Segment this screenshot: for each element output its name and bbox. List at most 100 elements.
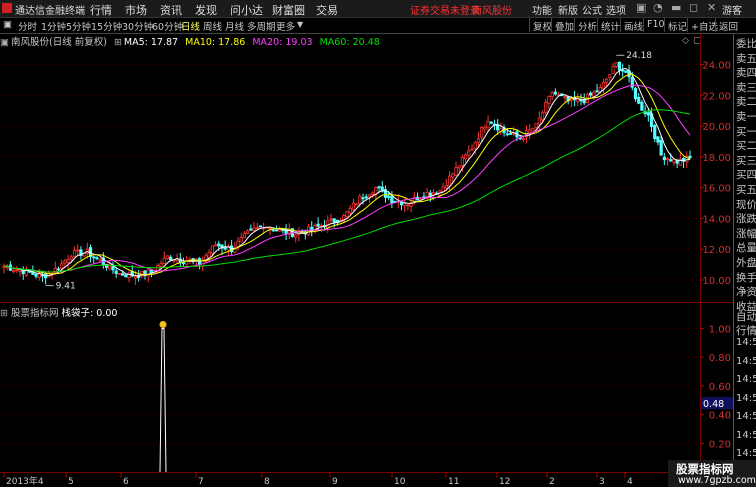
menu-shichang[interactable]: 市场 — [125, 2, 147, 18]
tick-time: 14:50 — [736, 374, 756, 385]
quote-label: 卖四 — [736, 67, 756, 80]
candle-body — [133, 276, 138, 279]
menu-wenxiaoda[interactable]: 问小达 — [230, 2, 263, 18]
candle-body — [268, 227, 272, 230]
x-tick-label: 9 — [332, 477, 338, 487]
menu-faxian[interactable]: 发现 — [195, 2, 217, 18]
candle-body — [444, 185, 448, 189]
x-tick-label: 12 — [499, 477, 510, 487]
candle-body — [537, 117, 541, 125]
candle-body — [207, 251, 211, 259]
candle-body — [403, 203, 407, 207]
y-tick-label: 16.00 — [702, 184, 731, 195]
quote-label: 涨跌 — [736, 213, 756, 226]
candle-body — [98, 259, 102, 262]
candle-body — [165, 255, 170, 260]
candle-body — [669, 159, 673, 162]
candle-body — [149, 269, 154, 273]
tab-rixian[interactable]: 日线 — [181, 19, 200, 33]
realtime-tab[interactable]: 自动 — [736, 309, 756, 324]
quote-label: 卖三 — [736, 81, 756, 94]
candle-body — [640, 101, 644, 111]
candle-body — [521, 138, 525, 140]
candle-body — [611, 66, 615, 74]
tab-5min[interactable]: 5分钟 — [66, 19, 91, 33]
menu-hangqing[interactable]: 行情 — [90, 2, 112, 18]
tab-yuexian[interactable]: 月线 — [225, 19, 244, 33]
candle-body — [213, 244, 218, 247]
candle-body — [210, 245, 214, 254]
quote-label: 买三 — [736, 154, 756, 167]
menu-gongneng[interactable]: 功能 — [532, 2, 552, 17]
candle-body — [162, 257, 166, 265]
quote-label: 买一 — [736, 125, 756, 138]
tab-zhouxian[interactable]: 周线 — [203, 19, 222, 33]
tab-1min[interactable]: 1分钟 — [41, 19, 66, 33]
btn-fanhui[interactable]: 返回 — [715, 18, 741, 33]
quote-panel: 委比 卖五 卖四 卖三 卖二 卖一 买一 买二 买三 买四 买五 现价 涨跌 涨幅 总量 外盘 换手 净资 收益 自动… — [733, 34, 756, 487]
menu-xuanxiang[interactable]: 选项 — [606, 2, 626, 17]
minimize-icon[interactable]: ▬ — [671, 1, 681, 14]
menu-xinban[interactable]: 新版 — [558, 2, 578, 17]
ind-y-tick-label: 0.20 — [709, 439, 731, 450]
ind-y-tick-label: 0.40 — [709, 411, 731, 422]
tick-time: 14:50 — [736, 355, 756, 367]
candle-body — [351, 202, 356, 211]
quote-label: 卖二 — [736, 96, 756, 109]
candle-body — [92, 256, 96, 259]
candle-body — [72, 250, 77, 258]
maximize-icon[interactable]: ◻ — [689, 1, 698, 14]
tab-duozhouqi[interactable]: 多周期 — [247, 19, 276, 33]
menu-caifuquan[interactable]: 财富圈 — [272, 2, 305, 18]
login-alert[interactable]: 证券交易未登录 — [410, 2, 480, 17]
watermark: 股票指标网 www.7gpzb.com — [668, 460, 756, 487]
candle-body — [63, 260, 67, 264]
candle-body — [637, 96, 641, 104]
kline-chart[interactable]: 24.00 22.00 20.00 18.00 16.00 14.00 12.00 10.00… — [0, 34, 733, 487]
candle-body — [540, 112, 545, 120]
quote-label: 涨幅 — [736, 227, 756, 240]
tab-60min[interactable]: 60分钟 — [152, 19, 183, 33]
tab-30min[interactable]: 30分钟 — [122, 19, 153, 33]
tab-15min[interactable]: 15分钟 — [91, 19, 122, 33]
y-tick-label: 22.00 — [702, 91, 731, 102]
candle-body — [675, 160, 679, 164]
menu-zixun[interactable]: 资讯 — [160, 2, 182, 18]
candle-body — [345, 211, 349, 218]
ind-y-tick-label: 0.80 — [709, 353, 731, 364]
candle-body — [159, 263, 163, 267]
guest-label[interactable]: 游客 — [722, 2, 742, 17]
ind-y-tick-label: 0.60 — [709, 382, 731, 393]
candle-body — [34, 273, 38, 277]
tab-more[interactable]: 更多 — [276, 19, 295, 33]
candle-body — [371, 192, 375, 196]
app-logo-icon — [2, 3, 12, 13]
low-label: 9.41 — [56, 282, 76, 292]
menu-jiaoyi[interactable]: 交易 — [316, 2, 338, 18]
x-tick-label: 11 — [448, 477, 459, 487]
candle-body — [624, 70, 628, 73]
candle-body — [486, 120, 490, 129]
candle-body — [467, 150, 471, 156]
quote-label: 净资 — [736, 286, 756, 299]
candle-body — [633, 87, 638, 100]
ma10-line — [3, 73, 691, 276]
skin-icon[interactable]: ▣ — [636, 1, 646, 14]
realtime-tab[interactable]: 行情 — [736, 323, 756, 338]
candle-body — [653, 125, 657, 139]
candle-body — [124, 274, 128, 278]
tab-fenshi[interactable]: 分时 — [18, 19, 37, 33]
candle-body — [665, 158, 670, 160]
candle-body — [310, 227, 314, 230]
candle-body — [121, 273, 125, 276]
candle-body — [236, 240, 240, 247]
close-icon[interactable]: ✕ — [707, 1, 716, 14]
more-arrow-icon[interactable]: ▼ — [297, 20, 303, 29]
menu-gongshi[interactable]: 公式 — [582, 2, 602, 17]
chat-icon[interactable]: ◔ — [653, 1, 663, 14]
candle-body — [656, 136, 660, 143]
candle-body — [15, 269, 19, 272]
y-tick-label: 24.00 — [702, 60, 731, 71]
candle-body — [454, 167, 458, 176]
toolbar-toggle-icon[interactable]: ▣ — [3, 19, 12, 30]
